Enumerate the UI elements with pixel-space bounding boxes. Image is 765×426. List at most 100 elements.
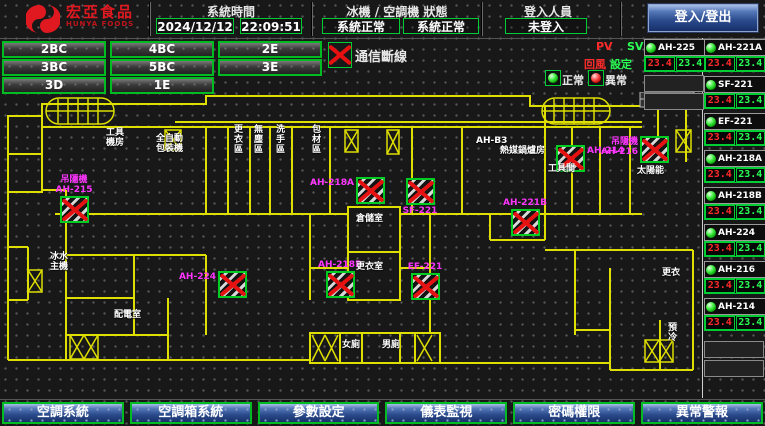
map-unit-吊隱機-AH-215[interactable]: 吊隱機 AH-215	[60, 196, 89, 223]
unit-led-icon	[706, 265, 716, 275]
comm-loss-unit-icon	[326, 271, 355, 298]
unit-values-AH-216: 23.423.4	[704, 278, 765, 294]
sv-value: 23.4	[736, 205, 765, 219]
unit-status-AH-218A[interactable]: AH-218A	[704, 150, 765, 167]
unit-name: AH-218A	[718, 154, 762, 164]
pv-value: 23.4	[705, 94, 735, 108]
room-label: 女廁	[342, 340, 360, 350]
comm-loss-label: 通信斷線	[355, 46, 407, 65]
login-logout-button[interactable]: 登入/登出	[648, 4, 758, 32]
map-unit-吊隱機-AH-216[interactable]: 吊隱機 AH-216	[640, 136, 669, 163]
unit-values-AH-218A: 23.423.4	[704, 167, 765, 183]
separator	[311, 2, 313, 36]
pv-value: 23.4	[645, 57, 675, 71]
nav-button-3[interactable]: 儀表監視	[385, 402, 507, 424]
map-unit-AH-218A[interactable]: AH-218A	[356, 177, 385, 204]
empty-slot	[704, 341, 764, 358]
map-unit-label: AH-224	[158, 272, 216, 282]
pv-value: 23.4	[705, 316, 735, 330]
pv-value: 23.4	[705, 279, 735, 293]
map-unit-label: 吊隱機 AH-215	[46, 175, 102, 195]
pv-header: PV	[596, 40, 613, 53]
unit-status-AH-216[interactable]: AH-216	[704, 261, 765, 278]
unit-status-AH-214[interactable]: AH-214	[704, 298, 765, 315]
sv-column-label: 設定	[610, 56, 632, 72]
unit-name: EF-221	[718, 117, 753, 127]
zone-button-3e[interactable]: 3E	[218, 59, 322, 76]
comm-loss-icon	[328, 42, 352, 68]
zone-button-2bc[interactable]: 2BC	[2, 41, 106, 58]
abnormal-led-icon	[588, 70, 604, 86]
room-label: 洗手區	[274, 124, 284, 154]
map-unit-EF-221[interactable]: EF-221	[411, 273, 440, 300]
empty-slot	[644, 75, 704, 92]
normal-label: 正常	[562, 72, 584, 88]
chiller-status-value: 系統正常	[322, 18, 400, 34]
room-label: 男廁	[382, 340, 400, 350]
pv-value: 23.4	[705, 57, 735, 71]
zone-button-grid: 2BC4BC2E 3BC5BC3E 3D1E	[2, 41, 326, 95]
pv-value: 23.4	[705, 242, 735, 256]
nav-button-0[interactable]: 空調系統	[2, 402, 124, 424]
room-label: 更衣區	[232, 124, 242, 154]
brand-subtitle: HUNYA FOODS	[66, 20, 134, 28]
comm-loss-unit-icon	[411, 273, 440, 300]
comm-loss-unit-icon	[406, 178, 435, 205]
map-unit-AH-218B[interactable]: AH-218B	[326, 271, 355, 298]
system-time-value: 22:09:51	[240, 18, 302, 34]
map-unit-label: AH-218A	[296, 178, 354, 188]
sv-value: 23.4	[736, 242, 765, 256]
pv-value: 23.4	[705, 205, 735, 219]
sv-value: 23.4	[736, 131, 765, 145]
login-status-value: 未登入	[505, 18, 587, 34]
room-label: 工具間	[548, 164, 575, 174]
room-label: 太陽能	[637, 166, 664, 176]
separator	[620, 2, 622, 36]
zone-button-2e[interactable]: 2E	[218, 41, 322, 58]
map-unit-label: AH-221B	[497, 198, 553, 208]
unit-name: AH-218B	[718, 191, 762, 201]
panel-divider	[702, 38, 703, 398]
unit-status-AH-225[interactable]: AH-225	[644, 39, 706, 56]
pv-value: 23.4	[705, 168, 735, 182]
zone-button-3d[interactable]: 3D	[2, 77, 106, 94]
unit-values-AH-218B: 23.423.4	[704, 204, 765, 220]
unit-led-icon	[646, 43, 656, 53]
map-unit-SF-221[interactable]: SF-221	[406, 178, 435, 205]
unit-name: AH-225	[658, 43, 695, 53]
room-label: 倉儲室	[356, 214, 383, 224]
unit-led-icon	[706, 191, 716, 201]
nav-button-1[interactable]: 空調箱系統	[130, 402, 252, 424]
unit-led-icon	[706, 302, 716, 312]
map-unit-AH-221B[interactable]: AH-221B	[511, 209, 540, 236]
room-label: 更衣	[662, 268, 680, 278]
abnormal-label: 異常	[605, 72, 627, 88]
unit-status-AH-221A[interactable]: AH-221A	[704, 39, 765, 56]
unit-status-AH-218B[interactable]: AH-218B	[704, 187, 765, 204]
room-label: 無塵區	[252, 124, 262, 154]
unit-status-AH-224[interactable]: AH-224	[704, 224, 765, 241]
room-label: 包材區	[310, 124, 320, 154]
nav-button-5[interactable]: 異常警報	[641, 402, 763, 424]
nav-button-4[interactable]: 密碼權限	[513, 402, 635, 424]
unit-status-SF-221[interactable]: SF-221	[704, 76, 765, 93]
unit-name: AH-224	[718, 228, 755, 238]
hmi-screen: 宏亞食品 HUNYA FOODS 系統時間 2024/12/12 22:09:5…	[0, 0, 765, 426]
nav-button-2[interactable]: 參數設定	[258, 402, 380, 424]
brand-logo-icon	[26, 3, 60, 35]
unit-status-EF-221[interactable]: EF-221	[704, 113, 765, 130]
zone-button-5bc[interactable]: 5BC	[110, 59, 214, 76]
unit-led-icon	[706, 80, 716, 90]
sv-value: 23.4	[736, 316, 765, 330]
bottom-nav: 空調系統空調箱系統參數設定儀表監視密碼權限異常警報	[2, 402, 763, 424]
sv-value: 23.4	[736, 279, 765, 293]
map-unit-label: EF-221	[397, 262, 453, 272]
zone-button-3bc[interactable]: 3BC	[2, 59, 106, 76]
unit-values-SF-221: 23.423.4	[704, 93, 765, 109]
room-label: 全自動 包裝機	[156, 134, 183, 154]
zone-button-1e[interactable]: 1E	[110, 77, 214, 94]
unit-name: AH-216	[718, 265, 755, 275]
zone-button-4bc[interactable]: 4BC	[110, 41, 214, 58]
map-unit-AH-224[interactable]: AH-224	[218, 271, 247, 298]
unit-name: AH-221A	[718, 43, 762, 53]
